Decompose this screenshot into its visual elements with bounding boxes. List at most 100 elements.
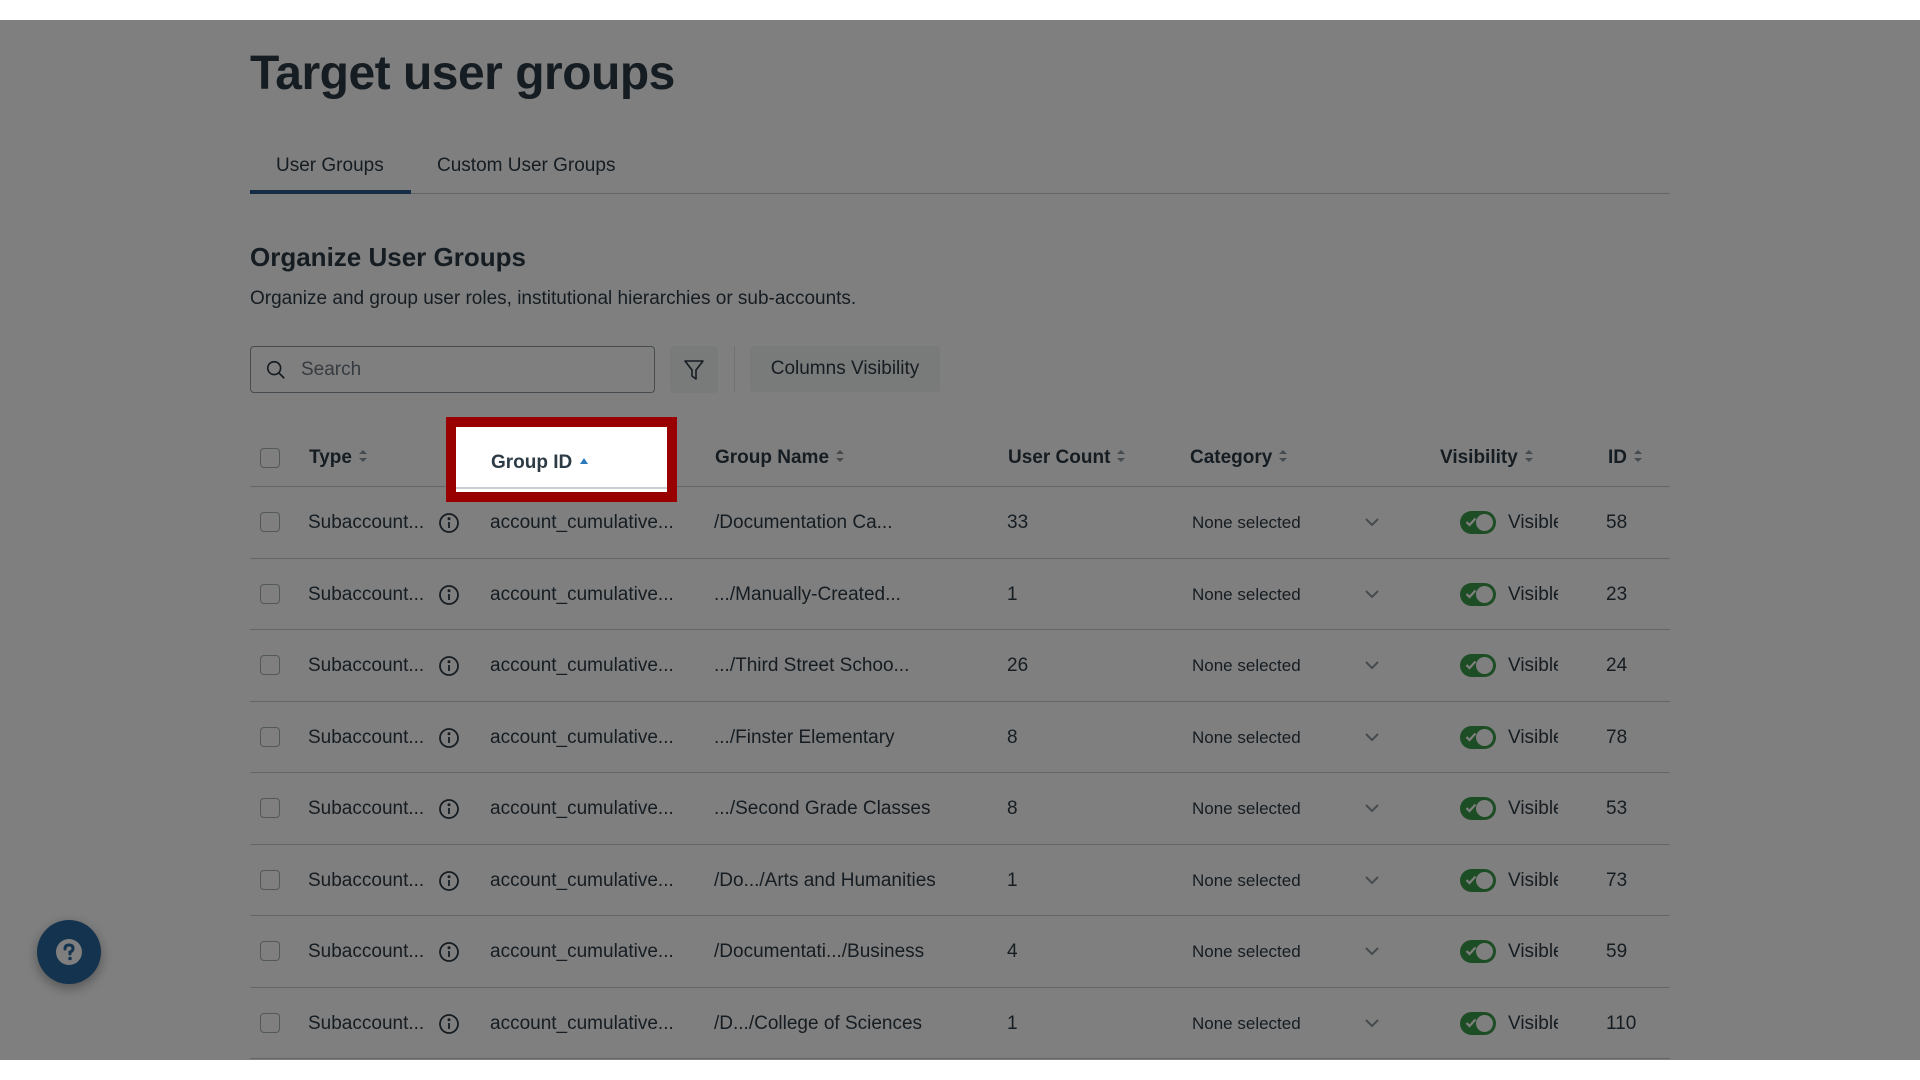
cell-user-count: 4 bbox=[1007, 941, 1018, 962]
cell-type: Subaccount... bbox=[308, 726, 425, 748]
select-all-checkbox[interactable] bbox=[260, 448, 280, 468]
toggle-knob bbox=[1476, 800, 1493, 817]
column-header-category[interactable]: Category bbox=[1190, 429, 1288, 486]
info-icon[interactable] bbox=[438, 798, 460, 820]
table-row: Subaccount... account_cumulative... /Docum… bbox=[250, 916, 1670, 988]
tab-custom-user-groups[interactable]: Custom User Groups bbox=[437, 148, 615, 194]
category-select[interactable]: None selected bbox=[1192, 773, 1301, 844]
table-row: Subaccount... account_cumulative... /Do...… bbox=[250, 845, 1670, 916]
visibility-toggle[interactable] bbox=[1460, 940, 1496, 963]
cell-id: 73 bbox=[1606, 869, 1628, 891]
table-row: Subaccount... account_cumulative... .../Ma… bbox=[250, 559, 1670, 630]
cell-group-id: account_cumulative... bbox=[490, 941, 674, 962]
visibility-toggle[interactable] bbox=[1460, 654, 1496, 677]
row-checkbox[interactable] bbox=[260, 1012, 280, 1033]
cell-type: Subaccount... bbox=[308, 1012, 425, 1034]
cell-group-id: account_cumulative... bbox=[490, 1012, 674, 1034]
row-checkbox[interactable] bbox=[260, 941, 280, 961]
cell-user-count: 1 bbox=[1007, 869, 1018, 891]
sort-ascending-icon bbox=[580, 457, 589, 464]
cell-visibility: Visible bbox=[1508, 726, 1558, 748]
visibility-toggle[interactable] bbox=[1460, 725, 1496, 749]
cell-group-id: account_cumulative... bbox=[490, 798, 674, 819]
toggle-knob bbox=[1476, 585, 1493, 603]
cell-group-name: /Do.../Arts and Humanities bbox=[714, 869, 936, 891]
row-checkbox[interactable] bbox=[260, 655, 280, 675]
toggle-knob bbox=[1476, 871, 1493, 889]
cell-visibility: Visible bbox=[1508, 512, 1558, 533]
cell-group-id: account_cumulative... bbox=[490, 726, 674, 748]
column-header-group-name[interactable]: Group Name bbox=[715, 429, 845, 486]
chevron-down-icon[interactable] bbox=[1364, 945, 1380, 957]
category-select[interactable]: None selected bbox=[1192, 559, 1301, 630]
chevron-down-icon[interactable] bbox=[1364, 874, 1380, 886]
column-label: Group Name bbox=[715, 447, 830, 468]
columns-visibility-button[interactable]: Columns Visibility bbox=[750, 346, 940, 392]
search-icon bbox=[266, 360, 285, 379]
sort-icon bbox=[1279, 449, 1288, 462]
chevron-down-icon[interactable] bbox=[1364, 1017, 1380, 1029]
section-title: Organize User Groups bbox=[250, 242, 526, 272]
column-header-user-count[interactable]: User Count bbox=[1008, 429, 1126, 486]
category-select[interactable]: None selected bbox=[1192, 702, 1301, 773]
row-checkbox[interactable] bbox=[260, 583, 280, 604]
row-checkbox[interactable] bbox=[260, 798, 280, 818]
chevron-down-icon[interactable] bbox=[1364, 516, 1380, 528]
info-icon[interactable] bbox=[438, 1013, 460, 1035]
cell-visibility: Visible bbox=[1508, 583, 1558, 605]
group-id-header-label[interactable]: Group ID bbox=[491, 435, 589, 491]
column-header-visibility[interactable]: Visibility bbox=[1440, 429, 1534, 486]
toggle-knob bbox=[1476, 657, 1493, 674]
info-icon[interactable] bbox=[438, 870, 460, 892]
category-select[interactable]: None selected bbox=[1192, 630, 1301, 701]
column-label: Group ID bbox=[491, 452, 573, 473]
cell-group-id: account_cumulative... bbox=[490, 583, 674, 605]
cell-id: 58 bbox=[1606, 512, 1628, 533]
info-icon[interactable] bbox=[438, 941, 460, 963]
search-field[interactable] bbox=[250, 346, 655, 393]
column-header-type[interactable]: Type bbox=[309, 429, 368, 486]
visibility-toggle[interactable] bbox=[1460, 582, 1496, 606]
header-divider bbox=[456, 487, 667, 489]
row-checkbox[interactable] bbox=[260, 869, 280, 890]
filter-button[interactable] bbox=[670, 346, 718, 393]
table-row: Subaccount... account_cumulative... .../Fi… bbox=[250, 702, 1670, 773]
chevron-down-icon[interactable] bbox=[1364, 802, 1380, 814]
search-input[interactable] bbox=[301, 347, 641, 392]
category-select[interactable]: None selected bbox=[1192, 487, 1301, 558]
info-icon[interactable] bbox=[438, 655, 460, 677]
category-select[interactable]: None selected bbox=[1192, 916, 1301, 987]
visibility-toggle[interactable] bbox=[1460, 868, 1496, 892]
visibility-toggle[interactable] bbox=[1460, 1011, 1496, 1035]
sort-icon bbox=[1634, 449, 1642, 462]
cell-group-id: account_cumulative... bbox=[490, 655, 674, 676]
category-select[interactable]: None selected bbox=[1192, 988, 1301, 1059]
chevron-down-icon[interactable] bbox=[1364, 731, 1380, 743]
cell-user-count: 8 bbox=[1007, 798, 1018, 819]
row-checkbox[interactable] bbox=[260, 512, 280, 532]
visibility-toggle[interactable] bbox=[1460, 797, 1496, 820]
column-header-id[interactable]: ID bbox=[1608, 429, 1643, 486]
sort-icon bbox=[1524, 449, 1533, 462]
visibility-toggle[interactable] bbox=[1460, 511, 1496, 534]
cell-id: 78 bbox=[1606, 726, 1628, 748]
column-label: Category bbox=[1190, 447, 1273, 468]
toggle-knob bbox=[1476, 514, 1493, 531]
info-icon[interactable] bbox=[438, 512, 460, 534]
active-tab-indicator bbox=[250, 190, 411, 194]
info-icon[interactable] bbox=[438, 727, 460, 749]
toggle-knob bbox=[1476, 728, 1493, 746]
chevron-down-icon[interactable] bbox=[1364, 588, 1380, 600]
help-button[interactable] bbox=[37, 920, 101, 984]
cell-user-count: 33 bbox=[1007, 512, 1029, 533]
cell-type: Subaccount... bbox=[308, 583, 425, 605]
cell-visibility: Visible bbox=[1508, 655, 1558, 676]
tab-user-groups[interactable]: User Groups bbox=[276, 148, 384, 194]
info-icon[interactable] bbox=[438, 584, 460, 606]
chevron-down-icon[interactable] bbox=[1364, 659, 1380, 671]
category-select[interactable]: None selected bbox=[1192, 845, 1301, 916]
cell-group-name: .../Second Grade Classes bbox=[714, 798, 931, 819]
row-checkbox[interactable] bbox=[260, 726, 280, 747]
highlighted-column-header-group-id[interactable]: Group ID bbox=[456, 427, 667, 492]
column-label: Type bbox=[309, 447, 352, 468]
